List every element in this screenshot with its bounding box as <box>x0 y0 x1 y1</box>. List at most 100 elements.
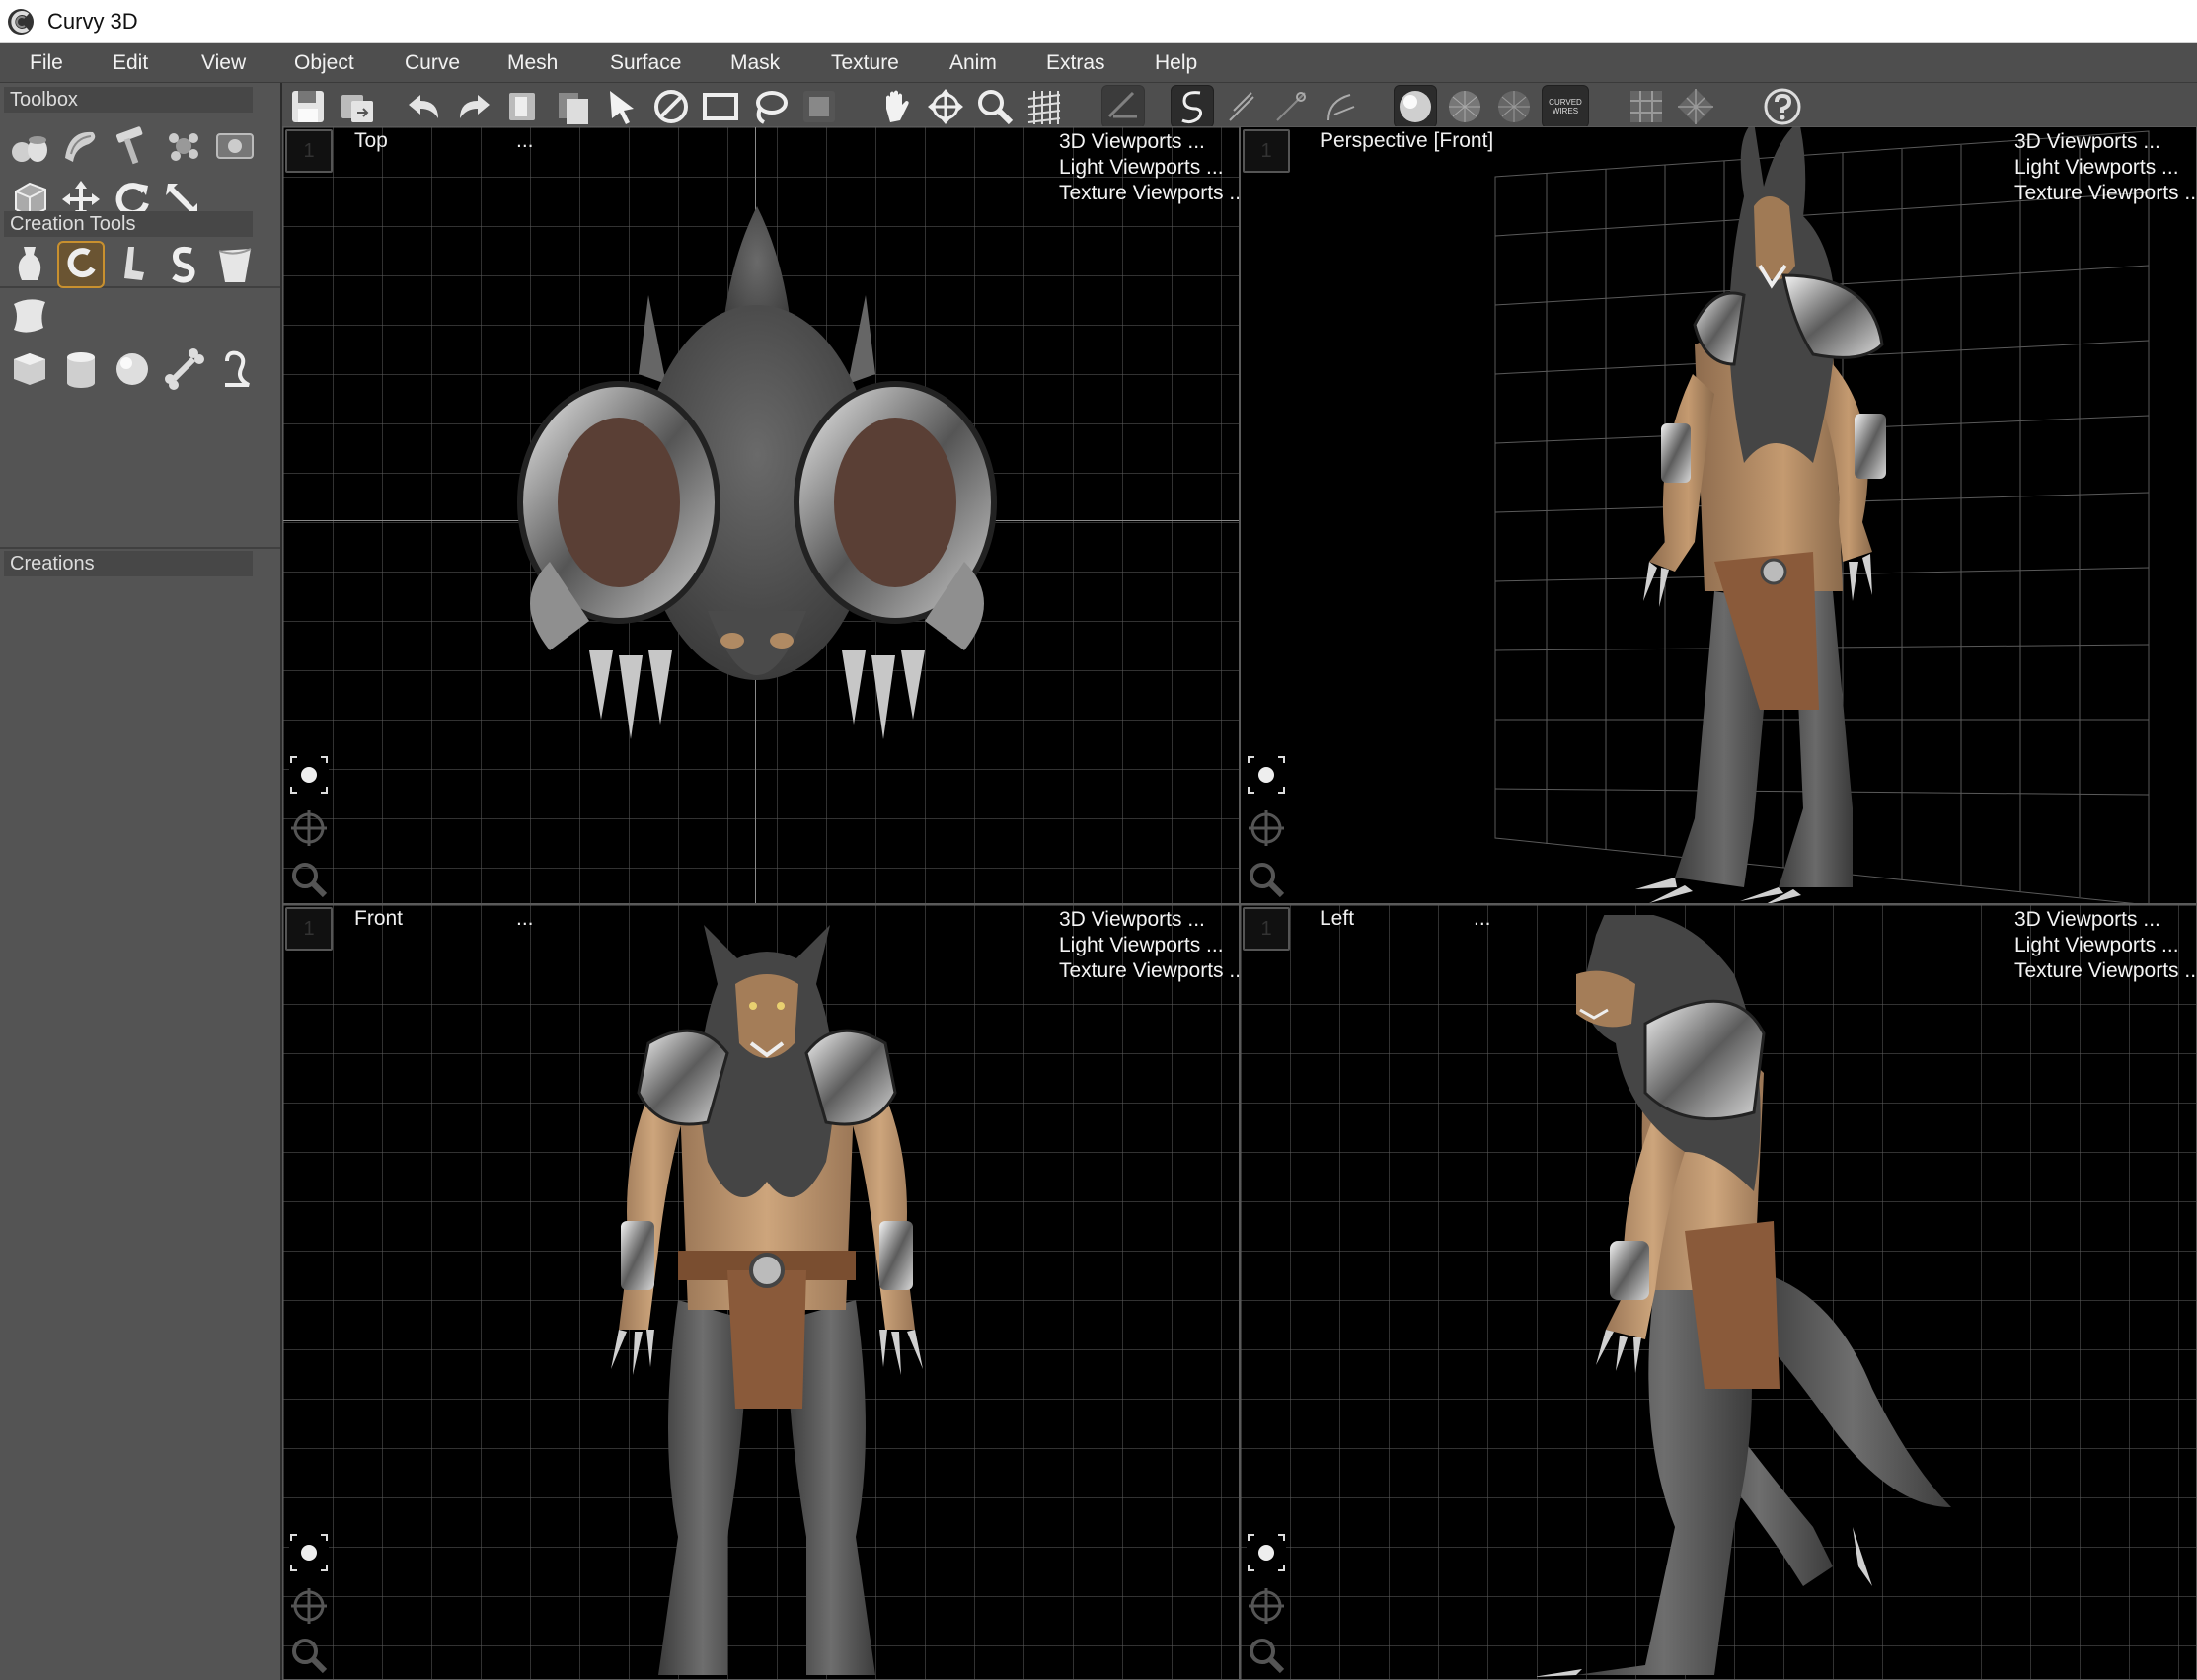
menu-light-viewports-more[interactable]: ... <box>2161 934 2179 956</box>
viewport-title[interactable]: Front <box>354 907 403 931</box>
menu-help[interactable]: Help <box>1151 43 1201 83</box>
menu-texture-viewports[interactable]: Texture Viewports <box>2014 182 2179 204</box>
menu-3d-viewports-more[interactable]: ... <box>2143 908 2160 931</box>
curve-hook-icon[interactable] <box>57 241 105 288</box>
menu-texture[interactable]: Texture <box>827 43 903 83</box>
viewport-front[interactable]: 1 Front ... 3D Viewports ... Light Viewp… <box>282 904 1240 1680</box>
menu-object[interactable]: Object <box>290 43 358 83</box>
select-arrow-icon[interactable] <box>600 85 644 128</box>
orbit-icon[interactable] <box>1243 1529 1290 1576</box>
menu-mesh[interactable]: Mesh <box>503 43 562 83</box>
wire-sphere-icon[interactable] <box>1443 85 1486 128</box>
vase-shape-icon[interactable] <box>6 241 53 288</box>
viewport-options-button[interactable]: ... <box>516 907 534 931</box>
rectangle-select-icon[interactable] <box>699 85 742 128</box>
menu-light-viewports-more[interactable]: ... <box>1206 934 1224 956</box>
viewport-options-button[interactable]: ... <box>1474 907 1491 931</box>
tube-icon[interactable] <box>57 122 105 170</box>
pan-view-icon[interactable] <box>285 1582 333 1630</box>
menu-light-viewports-more[interactable]: ... <box>2161 156 2179 179</box>
redo-icon[interactable] <box>452 85 495 128</box>
no-select-icon[interactable] <box>649 85 693 128</box>
sphere-primitive-icon[interactable] <box>109 345 156 393</box>
curve-draw-icon[interactable] <box>1171 85 1214 128</box>
menu-light-viewports[interactable]: Light Viewports <box>1059 156 1200 179</box>
bent-tube-icon[interactable] <box>109 241 156 288</box>
shaded-sphere-icon[interactable] <box>1394 85 1437 128</box>
menu-extras[interactable]: Extras <box>1042 43 1109 83</box>
menu-texture-viewports[interactable]: Texture Viewports <box>2014 959 2179 982</box>
menu-3d-viewports[interactable]: 3D Viewports <box>1059 908 1182 931</box>
viewport-options-button[interactable]: ... <box>516 129 534 153</box>
viewport-left[interactable]: 1 Left ... 3D Viewports ... Light Viewpo… <box>1240 904 2197 1680</box>
menu-curve[interactable]: Curve <box>401 43 464 83</box>
grid-toggle-icon[interactable] <box>1625 85 1668 128</box>
zoom-view-icon[interactable] <box>285 1632 333 1679</box>
help-icon[interactable] <box>1761 85 1804 128</box>
menu-view[interactable]: View <box>197 43 250 83</box>
menu-texture-viewports[interactable]: Texture Viewports <box>1059 182 1224 204</box>
menu-3d-viewports-more[interactable]: ... <box>1187 130 1205 153</box>
save-as-icon[interactable] <box>336 85 379 128</box>
menu-texture-viewports-more[interactable]: ... <box>2184 182 2196 204</box>
menu-3d-viewports-more[interactable]: ... <box>2143 130 2160 153</box>
bone-primitive-icon[interactable] <box>160 345 207 393</box>
viewport-title[interactable]: Perspective [Front] <box>1320 129 1493 153</box>
hammer-icon[interactable] <box>109 122 156 170</box>
paste-icon[interactable] <box>551 85 594 128</box>
curve-bezier-icon[interactable] <box>1319 85 1362 128</box>
menu-mask[interactable]: Mask <box>726 43 784 83</box>
cylinder-primitive-icon[interactable] <box>57 345 105 393</box>
viewport-number-badge[interactable]: 1 <box>285 907 333 951</box>
save-icon[interactable] <box>286 85 330 128</box>
viewport-title[interactable]: Top <box>354 129 388 153</box>
menu-texture-viewports-more[interactable]: ... <box>2184 959 2196 982</box>
orbit-icon[interactable] <box>285 751 333 799</box>
viewport-number-badge[interactable]: 1 <box>285 129 333 173</box>
viewport-top[interactable]: 1 Top ... 3D Viewports ... Light Viewpor… <box>282 126 1240 904</box>
pottery-icon[interactable] <box>6 122 53 170</box>
menu-3d-viewports[interactable]: 3D Viewports <box>1059 130 1182 153</box>
orbit-icon[interactable] <box>285 1529 333 1576</box>
menu-3d-viewports-more[interactable]: ... <box>1187 908 1205 931</box>
menu-3d-viewports[interactable]: 3D Viewports <box>2014 130 2138 153</box>
pan-view-icon[interactable] <box>1243 804 1290 852</box>
grid-icon[interactable] <box>1023 85 1066 128</box>
copy-icon[interactable] <box>501 85 545 128</box>
viewport-title[interactable]: Left <box>1320 907 1354 931</box>
pan-view-icon[interactable] <box>1243 1582 1290 1630</box>
undo-icon[interactable] <box>403 85 446 128</box>
pan-hand-icon[interactable] <box>874 85 918 128</box>
mask-select-icon[interactable] <box>797 85 841 128</box>
bucket-shape-icon[interactable] <box>211 241 259 288</box>
curved-wires-icon[interactable]: CURVED WIRES <box>1542 85 1589 128</box>
orbit-icon[interactable] <box>1243 751 1290 799</box>
curve-freehand-icon[interactable] <box>1220 85 1263 128</box>
cube-primitive-icon[interactable] <box>6 345 53 393</box>
menu-3d-viewports[interactable]: 3D Viewports <box>2014 908 2138 931</box>
zoom-view-icon[interactable] <box>1243 856 1290 903</box>
hidden-wire-sphere-icon[interactable] <box>1492 85 1536 128</box>
menu-light-viewports[interactable]: Light Viewports <box>2014 156 2156 179</box>
curve-points-icon[interactable] <box>1269 85 1313 128</box>
menu-light-viewports-more[interactable]: ... <box>1206 156 1224 179</box>
sheet-shape-icon[interactable] <box>6 292 53 340</box>
zoom-icon[interactable] <box>973 85 1017 128</box>
viewport-number-badge[interactable]: 1 <box>1243 129 1290 173</box>
edit-curve-icon[interactable] <box>1101 85 1145 128</box>
sculpt-brush-icon[interactable] <box>160 122 207 170</box>
image-icon[interactable] <box>211 122 259 170</box>
menu-texture-viewports-more[interactable]: ... <box>1229 182 1239 204</box>
menu-light-viewports[interactable]: Light Viewports <box>1059 934 1200 956</box>
menu-texture-viewports-more[interactable]: ... <box>1229 959 1239 982</box>
viewport-number-badge[interactable]: 1 <box>1243 907 1290 951</box>
pan-view-icon[interactable] <box>285 804 333 852</box>
menu-texture-viewports[interactable]: Texture Viewports <box>1059 959 1224 982</box>
s-curve-icon[interactable] <box>160 241 207 288</box>
menu-light-viewports[interactable]: Light Viewports <box>2014 934 2156 956</box>
menu-anim[interactable]: Anim <box>946 43 1001 83</box>
menu-surface[interactable]: Surface <box>606 43 685 83</box>
lasso-select-icon[interactable] <box>748 85 792 128</box>
move-cross-icon[interactable] <box>924 85 967 128</box>
menu-file[interactable]: File <box>26 43 67 83</box>
